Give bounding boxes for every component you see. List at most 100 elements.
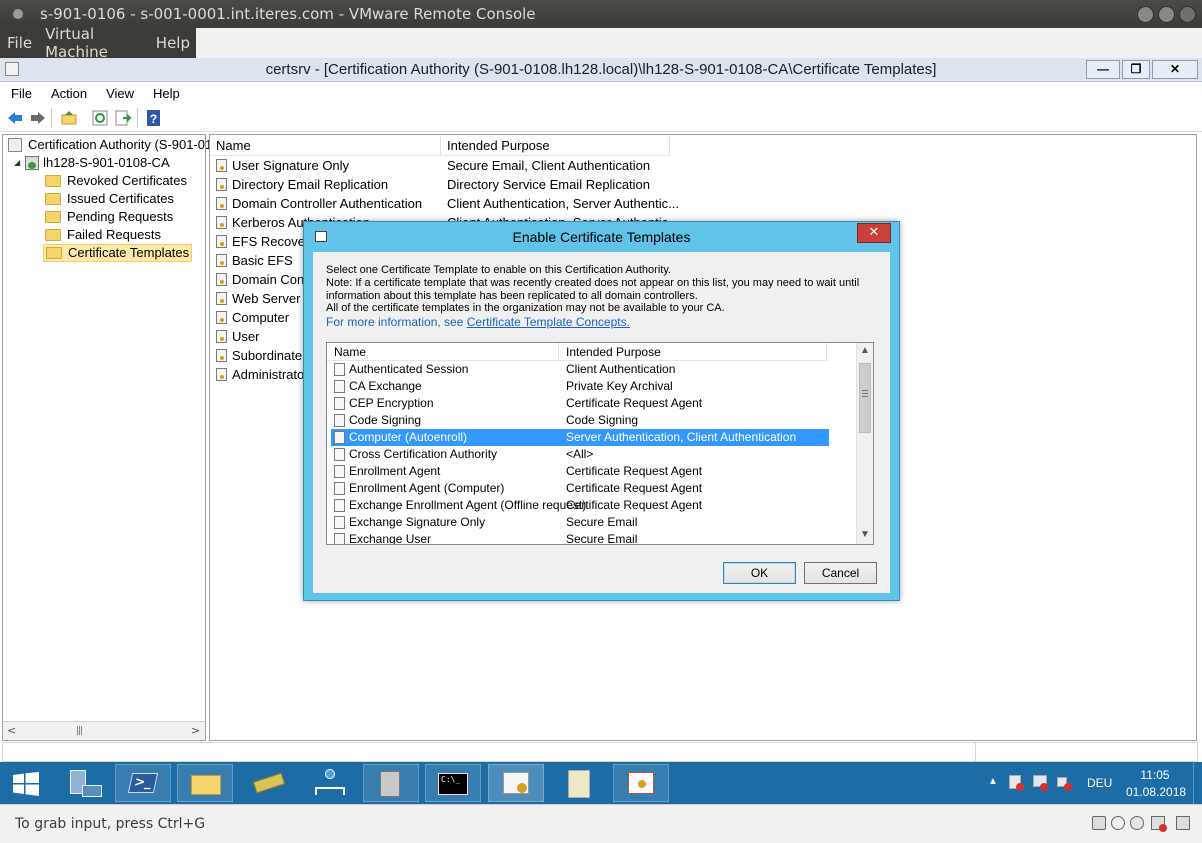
tree-item-pending-requests[interactable]: Pending Requests <box>45 208 173 226</box>
certificate-icon[interactable] <box>613 764 669 802</box>
table-row[interactable]: Subordinate C <box>216 346 315 365</box>
column-header-intended-purpose[interactable]: Intended Purpose <box>441 137 670 155</box>
table-row[interactable]: Domain Cont <box>216 270 308 289</box>
mmc-window-controls: — ❐ ✕ <box>1084 60 1198 79</box>
table-row[interactable]: EFS Recovery <box>216 232 316 251</box>
list-item[interactable]: Exchange Enrollment Agent (Offline reque… <box>331 497 829 514</box>
mmc-menu-help[interactable]: Help <box>142 86 188 101</box>
dialog-close-button[interactable]: ✕ <box>857 223 891 243</box>
tree-item-certificate-templates[interactable]: Certificate Templates <box>43 244 193 262</box>
list-header-name[interactable]: Name <box>327 343 559 361</box>
help-icon[interactable]: ? <box>145 109 163 127</box>
svg-text:?: ? <box>150 112 157 126</box>
tree-item-issued-certificates[interactable]: Issued Certificates <box>45 190 174 208</box>
list-item[interactable]: CEP Encryption Certificate Request Agent <box>331 395 829 412</box>
cell-name: Basic EFS <box>232 253 293 268</box>
scroll-up-icon[interactable]: ▲ <box>860 345 870 356</box>
export-list-icon[interactable] <box>114 109 132 127</box>
scroll-thumb[interactable] <box>859 363 871 433</box>
list-item[interactable]: Exchange Signature Only Secure Email <box>331 514 829 531</box>
table-row[interactable]: Web Server <box>216 289 300 308</box>
close-icon[interactable] <box>1179 6 1196 23</box>
volume-muted-icon[interactable] <box>1057 762 1075 804</box>
mmc-menu-view[interactable]: View <box>95 86 142 101</box>
server-app-icon[interactable] <box>363 764 419 802</box>
hard-disk-icon[interactable] <box>1092 816 1106 830</box>
maximize-icon[interactable] <box>1158 6 1175 23</box>
usb-icon[interactable] <box>1176 816 1190 830</box>
certificate-templates-console-icon[interactable] <box>551 764 607 802</box>
network-status-icon[interactable] <box>1033 762 1051 804</box>
list-header-intended-purpose[interactable]: Intended Purpose <box>559 343 827 361</box>
table-row[interactable]: User Signature Only <box>216 156 349 175</box>
mmc-menu-file[interactable]: File <box>0 86 40 101</box>
back-arrow-icon[interactable] <box>6 109 24 127</box>
list-item-selected[interactable]: Computer (Autoenroll) Server Authenticati… <box>331 429 829 446</box>
window-controls <box>1137 6 1196 23</box>
column-header-name[interactable]: Name <box>210 137 441 155</box>
tree-root[interactable]: Certification Authority (S-901-010 <box>8 136 219 154</box>
list-vertical-scrollbar[interactable]: ▲ ▼ <box>856 343 873 544</box>
file-explorer-icon[interactable] <box>177 764 233 802</box>
menu-virtual-machine[interactable]: Virtual Machine <box>38 25 149 61</box>
certificate-template-icon <box>216 178 227 191</box>
mmc-minimize-icon[interactable]: — <box>1086 60 1120 79</box>
input-language[interactable]: DEU <box>1087 762 1115 804</box>
cd-rom-icon[interactable] <box>1111 816 1125 830</box>
forward-arrow-icon[interactable] <box>29 109 47 127</box>
tree-item-failed-requests[interactable]: Failed Requests <box>45 226 161 244</box>
mmc-menu-action[interactable]: Action <box>40 86 95 101</box>
table-row[interactable]: User <box>216 327 259 346</box>
table-row[interactable]: Computer <box>216 308 289 327</box>
command-prompt-icon[interactable]: C:\_ <box>425 764 481 802</box>
show-desktop-button[interactable] <box>1193 762 1202 804</box>
certificate-template-icon <box>216 216 227 229</box>
up-folder-icon[interactable] <box>60 109 78 127</box>
scroll-down-icon[interactable]: ▼ <box>860 529 870 540</box>
server-manager-icon[interactable] <box>55 764 111 802</box>
menu-help[interactable]: Help <box>149 34 196 52</box>
cancel-button[interactable]: Cancel <box>804 562 877 584</box>
action-center-icon[interactable] <box>1009 762 1027 804</box>
list-item[interactable]: CA Exchange Private Key Archival <box>331 378 829 395</box>
tree-ca-label: lh128-S-901-0108-CA <box>43 155 170 170</box>
mmc-close-icon[interactable]: ✕ <box>1152 60 1198 79</box>
windows-start-icon[interactable] <box>13 772 39 796</box>
dialog-instruction: Select one Certificate Template to enabl… <box>326 264 672 276</box>
menu-file[interactable]: File <box>0 34 38 52</box>
table-row[interactable]: Basic EFS <box>216 251 293 270</box>
network-icon[interactable] <box>302 764 358 802</box>
clock[interactable]: 11:05 01.08.2018 <box>1126 762 1186 804</box>
mmc-restore-icon[interactable]: ❐ <box>1122 60 1150 79</box>
cell-purpose: Secure Email, Client Authentication <box>447 158 651 173</box>
expand-triangle-icon[interactable]: ◢ <box>14 154 20 172</box>
more-info-line: For more information, see Certificate Te… <box>326 316 886 329</box>
minimize-icon[interactable] <box>1137 6 1154 23</box>
cell-purpose: Directory Service Email Replication <box>447 177 651 192</box>
certificate-template-icon <box>334 380 345 393</box>
table-row[interactable]: Directory Email Replication <box>216 175 388 194</box>
list-item[interactable]: Authenticated Session Client Authenticati… <box>331 361 829 378</box>
tree-horizontal-scrollbar[interactable]: < ||| > <box>3 721 205 739</box>
list-item[interactable]: Enrollment Agent Certificate Request Agen… <box>331 463 829 480</box>
powershell-icon[interactable]: >_ <box>115 764 171 802</box>
certification-authority-icon[interactable] <box>488 764 544 802</box>
floppy-icon[interactable] <box>1130 816 1144 830</box>
ok-button[interactable]: OK <box>723 562 796 584</box>
scroll-left-icon[interactable]: < <box>7 724 16 737</box>
table-row[interactable]: Domain Controller Authentication <box>216 194 422 213</box>
table-row[interactable]: Administrato <box>216 365 304 384</box>
tree-ca-node[interactable]: ◢ lh128-S-901-0108-CA <box>14 154 170 172</box>
list-item[interactable]: Exchange User Secure Email <box>331 531 829 544</box>
scroll-right-icon[interactable]: > <box>191 724 200 737</box>
certificate-template-concepts-link[interactable]: Certificate Template Concepts. <box>467 315 630 329</box>
tool-icon[interactable] <box>239 764 295 802</box>
show-hidden-icons-icon[interactable]: ▲ <box>988 762 1000 804</box>
list-item[interactable]: Cross Certification Authority <All> <box>331 446 829 463</box>
tree-item-revoked-certificates[interactable]: Revoked Certificates <box>45 172 187 190</box>
dialog-system-menu-icon[interactable] <box>315 231 327 242</box>
refresh-icon[interactable] <box>91 109 109 127</box>
scroll-thumb-grip-icon[interactable]: ||| <box>76 726 83 736</box>
list-item[interactable]: Code Signing Code Signing <box>331 412 829 429</box>
list-item[interactable]: Enrollment Agent (Computer) Certificate R… <box>331 480 829 497</box>
